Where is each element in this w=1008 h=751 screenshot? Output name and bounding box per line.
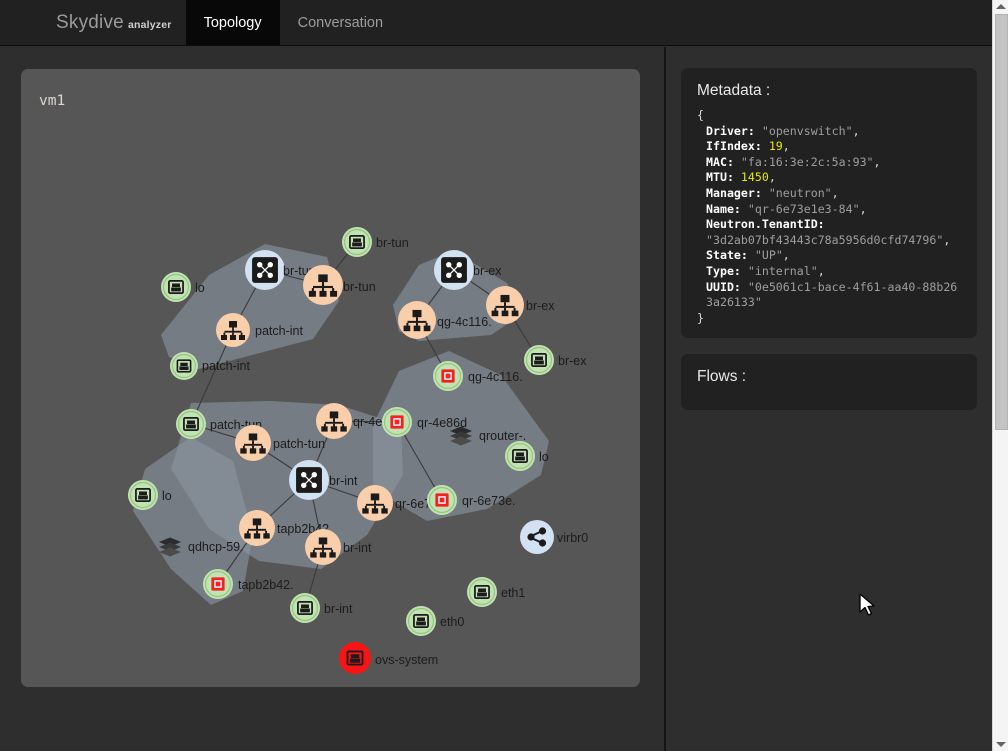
topology-node-label: lo [195,281,205,295]
app-brand[interactable]: Skydive analyzer [0,0,186,45]
topology-node[interactable] [505,441,535,471]
brand-subtitle: analyzer [127,19,172,31]
topology-node[interactable] [161,272,191,302]
topology-node[interactable] [339,642,371,674]
flows-panel: Flows : [681,354,977,410]
topology-node-label: lo [539,450,549,464]
topology-node[interactable] [245,250,285,290]
topology-graph[interactable]: qrouter-.qdhcp-59. br-tunbr-tunbr-tunlop… [21,69,640,687]
topology-node[interactable] [316,403,352,439]
topology-node-label: br-int [329,474,358,488]
topology-node[interactable] [342,227,372,257]
topology-node-label: virbr0 [557,531,588,545]
brand-name: Skydive [56,12,124,33]
topology-node-label: qr-6e73e. [462,494,516,508]
topology-node[interactable] [467,577,497,607]
mouse-cursor [859,593,875,616]
topology-node-label: eth0 [440,615,464,629]
metadata-row: Type: "internal", [706,263,825,278]
tab-conversation-label: Conversation [297,14,384,31]
topology-node-label: br-ex [526,299,555,313]
topology-node-label: br-int [324,602,353,616]
topology-node[interactable] [357,485,393,521]
metadata-row: IfIndex: 19, [706,139,790,154]
topology-node[interactable] [303,265,343,305]
topology-node[interactable] [382,407,412,437]
metadata-row: Driver: "openvswitch", [706,123,860,138]
topology-node[interactable] [427,485,457,515]
topology-panel[interactable]: vm1 qrouter-. qdhcp-59. br-tun br-tun br… [21,69,640,687]
json-open-brace: { [697,108,704,122]
top-navbar: Skydive analyzer Topology Conversation [0,0,992,46]
topology-node-label: br-ex [473,264,502,278]
topology-node-label: ovs-system [375,653,438,667]
right-column: Metadata : {Driver: "openvswitch", IfInde… [666,47,992,751]
topology-node[interactable] [235,425,271,461]
topology-node[interactable] [216,313,250,347]
topology-node-label: br-tun [343,280,376,294]
metadata-row: Name: "qr-6e73e1e3-84", [706,201,867,216]
metadata-json: {Driver: "openvswitch", IfIndex: 19, MAC: … [697,108,961,326]
metadata-title: Metadata : [697,82,771,99]
flows-title: Flows : [697,368,747,385]
topology-node[interactable] [406,606,436,636]
tab-topology[interactable]: Topology [185,0,280,45]
topology-node[interactable] [398,301,436,339]
topology-node-label: patch-int [255,324,303,338]
topology-node[interactable] [128,480,158,510]
topology-node-label: patch-int [202,359,250,373]
topology-node[interactable] [290,593,320,623]
tab-conversation[interactable]: Conversation [280,0,401,45]
metadata-row: MTU: 1450, [706,170,776,185]
metadata-row: MAC: "fa:16:3e:2c:5a:93", [706,154,881,169]
topology-node[interactable] [433,361,463,391]
left-column: vm1 qrouter-. qdhcp-59. br-tun br-tun br… [0,47,664,751]
topology-namespace-label: qdhcp-59. [188,540,244,554]
scroll-up-arrow-icon[interactable] [996,4,1006,9]
topology-node-label: br-ex [558,354,587,368]
topology-node[interactable] [520,520,554,554]
topology-node[interactable] [239,510,275,546]
app-root: Skydive analyzer Topology Conversation v… [0,0,1008,751]
topology-node[interactable] [486,286,524,324]
topology-node-label: qg-4c116. [468,370,523,384]
topology-node-label: eth1 [501,586,525,600]
scrollbar-thumb[interactable] [995,14,1008,430]
topology-node[interactable] [289,460,329,500]
metadata-row: UUID: "0e5061c1-bace-4f61-aa40-88b263a26… [706,279,958,310]
topology-node-label: br-tun [376,236,409,250]
json-close-brace: } [697,310,704,325]
topology-node-label: tapb2b42. [238,578,294,592]
topology-node[interactable] [305,529,341,565]
tab-topology-label: Topology [203,14,262,31]
topology-node[interactable] [203,569,233,599]
topology-node-label: qr-4e86d [417,416,467,430]
topology-node-label: patch-tun [273,437,325,451]
metadata-row: Neutron.TenantID: "3d2ab07bf43443c78a5956… [706,217,951,247]
topology-node-label: lo [162,489,172,503]
topology-node[interactable] [524,345,554,375]
topology-node-label: qg-4c116. [437,315,492,329]
metadata-panel: Metadata : {Driver: "openvswitch", IfInde… [681,68,977,339]
metadata-row: Manager: "neutron", [706,185,839,200]
scroll-down-arrow-icon[interactable] [996,742,1006,747]
topology-node[interactable] [434,250,474,290]
topology-namespace-label: qrouter-. [479,429,526,443]
topology-node-label: br-int [343,541,372,555]
metadata-row: State: "UP", [706,248,790,263]
topology-node[interactable] [176,409,206,439]
topology-node[interactable] [170,352,198,380]
page-scrollbar[interactable] [992,0,1008,751]
